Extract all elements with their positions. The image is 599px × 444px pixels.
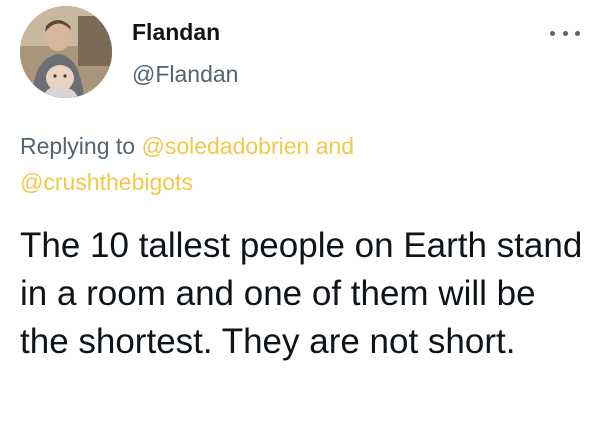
user-handle[interactable]: @Flandan [132, 60, 238, 88]
mention-link[interactable]: @soledadobrien [141, 133, 309, 159]
display-name[interactable]: Flandan [132, 18, 238, 46]
avatar-image [20, 6, 112, 98]
replying-to-line: Replying to @soledadobrien and @crushtheb… [20, 128, 580, 200]
author-names: Flandan @Flandan [132, 18, 238, 88]
dot [575, 30, 580, 36]
mention-link[interactable]: @crushthebigots [20, 169, 193, 195]
tweet-text: The 10 tallest people on Earth stand in … [20, 226, 583, 361]
tweet-card: Flandan @Flandan Replying to @soledadobr… [0, 0, 599, 444]
dot [550, 30, 555, 36]
replying-to-label: Replying to [20, 133, 136, 159]
tweet-header: Flandan @Flandan [20, 6, 580, 102]
dot [562, 30, 568, 36]
avatar[interactable] [20, 6, 112, 98]
mention-conjunction: and [315, 133, 355, 159]
more-horizontal-icon[interactable] [550, 28, 580, 38]
